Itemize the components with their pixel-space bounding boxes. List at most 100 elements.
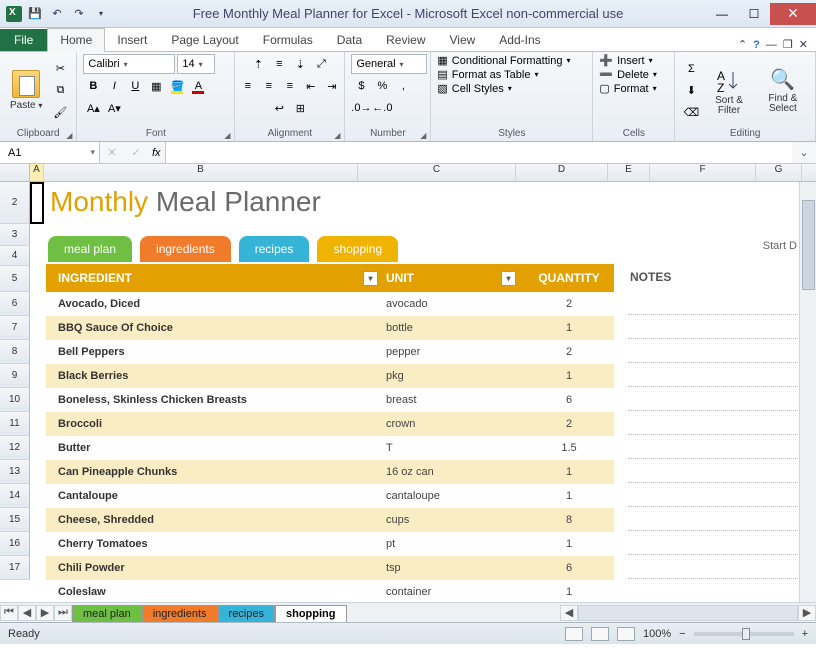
align-left-button[interactable]: ≡ — [238, 76, 258, 96]
currency-button[interactable]: $ — [351, 76, 371, 96]
decrease-decimal-button[interactable]: ←.0 — [372, 98, 392, 118]
border-button[interactable]: ▦ — [146, 76, 166, 96]
increase-indent-button[interactable]: ⇥ — [322, 76, 342, 96]
row-header[interactable]: 9 — [0, 364, 30, 388]
fx-icon[interactable]: fx — [152, 147, 161, 159]
col-header-a[interactable]: A — [30, 164, 44, 181]
workbook-restore-icon[interactable]: ❐ — [783, 38, 793, 51]
zoom-in-icon[interactable]: + — [802, 628, 808, 640]
font-launcher-icon[interactable]: ◢ — [224, 131, 230, 140]
row-header[interactable]: 15 — [0, 508, 30, 532]
autosum-button[interactable]: Σ — [681, 59, 701, 79]
align-bottom-button[interactable]: ⇣ — [290, 54, 310, 74]
sheet-nav-next-icon[interactable]: ▶ — [36, 605, 54, 621]
fill-button[interactable]: ⬇ — [681, 81, 701, 101]
font-name-select[interactable]: Calibri▾ — [83, 54, 175, 74]
italic-button[interactable]: I — [104, 76, 124, 96]
align-top-button[interactable]: ⇡ — [248, 54, 268, 74]
close-button[interactable]: ✕ — [770, 3, 816, 25]
format-painter-button[interactable]: 🖌 — [50, 103, 70, 123]
tab-data[interactable]: Data — [325, 29, 374, 51]
row-header[interactable]: 3 — [0, 224, 30, 246]
font-size-select[interactable]: 14▾ — [177, 54, 215, 74]
enter-formula-icon[interactable]: ✓ — [124, 146, 148, 159]
comma-button[interactable]: , — [393, 76, 413, 96]
table-row[interactable]: Can Pineapple Chunks16 oz can1 — [46, 460, 614, 484]
conditional-formatting-button[interactable]: ▦Conditional Formatting ▾ — [437, 54, 570, 67]
orientation-button[interactable]: ⤢ — [311, 54, 331, 74]
planner-tab-meal[interactable]: meal plan — [48, 236, 132, 262]
name-box[interactable]: A1▾ — [0, 142, 100, 163]
merge-center-button[interactable]: ⊞ — [290, 98, 310, 118]
paste-button[interactable]: Paste ▾ — [6, 68, 46, 113]
bold-button[interactable]: B — [83, 76, 103, 96]
page-layout-view-icon[interactable] — [591, 627, 609, 641]
minimize-ribbon-icon[interactable]: ⌃ — [738, 38, 747, 51]
table-row[interactable]: Cantaloupecantaloupe1 — [46, 484, 614, 508]
formula-input[interactable] — [165, 142, 792, 163]
minimize-button[interactable]: — — [706, 3, 738, 25]
row-header[interactable]: 10 — [0, 388, 30, 412]
tab-view[interactable]: View — [438, 29, 488, 51]
table-row[interactable]: Black Berriespkg1 — [46, 364, 614, 388]
percent-button[interactable]: % — [372, 76, 392, 96]
insert-cells-button[interactable]: ➕Insert ▾ — [599, 54, 652, 67]
align-right-button[interactable]: ≡ — [280, 76, 300, 96]
filter-ingredient-icon[interactable]: ▾ — [363, 271, 378, 286]
font-color-button[interactable]: A — [188, 76, 208, 96]
table-row[interactable]: Cherry Tomatoespt1 — [46, 532, 614, 556]
wrap-text-button[interactable]: ↩ — [269, 98, 289, 118]
hscroll-right-icon[interactable]: ▶ — [798, 605, 816, 621]
select-all-corner[interactable] — [0, 164, 30, 181]
increase-font-button[interactable]: A▴ — [83, 98, 103, 118]
tab-formulas[interactable]: Formulas — [251, 29, 325, 51]
tab-insert[interactable]: Insert — [105, 29, 159, 51]
clear-button[interactable]: ⌫ — [681, 103, 701, 123]
expand-formula-icon[interactable]: ⌄ — [792, 146, 816, 159]
number-format-select[interactable]: General▾ — [351, 54, 427, 74]
format-cells-button[interactable]: ▢Format ▾ — [599, 82, 656, 95]
row-header[interactable]: 6 — [0, 292, 30, 316]
sheet-tab-recipes[interactable]: recipes — [218, 605, 275, 622]
table-row[interactable]: ButterT1.5 — [46, 436, 614, 460]
row-header[interactable]: 12 — [0, 436, 30, 460]
cell-styles-button[interactable]: ▧Cell Styles ▾ — [437, 82, 511, 95]
copy-button[interactable]: ⧉ — [50, 81, 70, 101]
decrease-indent-button[interactable]: ⇤ — [301, 76, 321, 96]
horizontal-scrollbar[interactable] — [578, 605, 798, 621]
shopping-table[interactable]: Avocado, Dicedavocado2BBQ Sauce Of Choic… — [46, 292, 614, 602]
row-header[interactable]: 16 — [0, 532, 30, 556]
col-header-g[interactable]: G — [756, 164, 802, 181]
col-header-e[interactable]: E — [608, 164, 650, 181]
cancel-formula-icon[interactable]: ✕ — [100, 146, 124, 159]
table-row[interactable]: BBQ Sauce Of Choicebottle1 — [46, 316, 614, 340]
delete-cells-button[interactable]: ➖Delete ▾ — [599, 68, 657, 81]
scroll-thumb[interactable] — [802, 200, 815, 290]
increase-decimal-button[interactable]: .0→ — [351, 98, 371, 118]
tab-home[interactable]: Home — [47, 28, 105, 52]
row-header[interactable]: 8 — [0, 340, 30, 364]
sheet-tab-shopping[interactable]: shopping — [275, 605, 347, 622]
row-header[interactable]: 7 — [0, 316, 30, 340]
sort-filter-button[interactable]: AZ Sort & Filter — [705, 64, 752, 118]
align-center-button[interactable]: ≡ — [259, 76, 279, 96]
row-header[interactable]: 13 — [0, 460, 30, 484]
planner-tab-recipes[interactable]: recipes — [239, 236, 310, 262]
table-row[interactable]: Boneless, Skinless Chicken Breastsbreast… — [46, 388, 614, 412]
clipboard-launcher-icon[interactable]: ◢ — [66, 131, 72, 140]
col-header-b[interactable]: B — [44, 164, 358, 181]
col-header-d[interactable]: D — [516, 164, 608, 181]
zoom-out-icon[interactable]: − — [679, 628, 685, 640]
redo-icon[interactable]: ↷ — [70, 5, 88, 23]
find-select-button[interactable]: 🔍 Find & Select — [757, 65, 809, 116]
decrease-font-button[interactable]: A▾ — [104, 98, 124, 118]
sheet-tab-meal[interactable]: meal plan — [72, 605, 142, 622]
alignment-launcher-icon[interactable]: ◢ — [334, 131, 340, 140]
planner-tab-shopping[interactable]: shopping — [317, 236, 398, 262]
table-row[interactable]: Coleslawcontainer1 — [46, 580, 614, 602]
row-header[interactable]: 2 — [0, 182, 30, 224]
normal-view-icon[interactable] — [565, 627, 583, 641]
undo-icon[interactable]: ↶ — [48, 5, 66, 23]
maximize-button[interactable]: ☐ — [738, 3, 770, 25]
zoom-thumb[interactable] — [742, 628, 750, 640]
